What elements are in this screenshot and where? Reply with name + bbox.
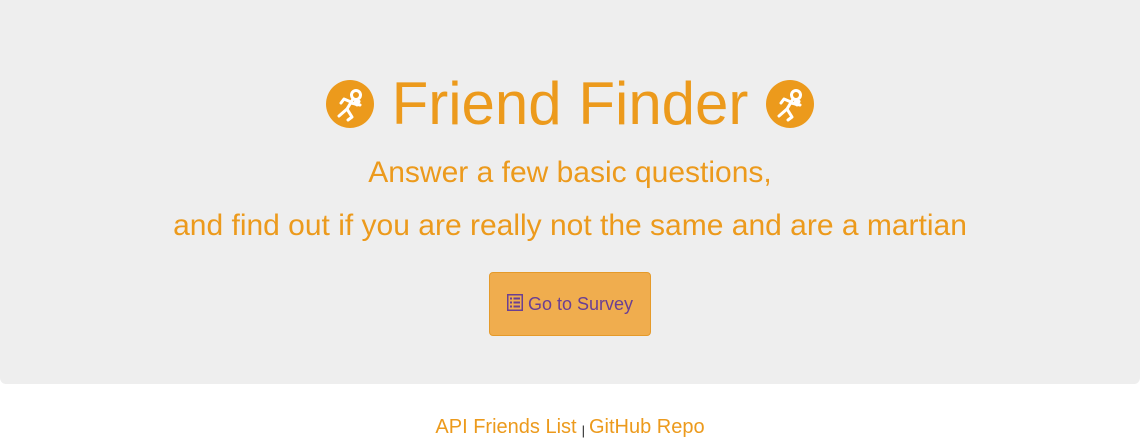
- title-row: Friend Finder: [0, 66, 1140, 142]
- github-repo-link[interactable]: GitHub Repo: [589, 416, 705, 438]
- go-to-survey-label: Go to Survey: [527, 293, 634, 314]
- footer-separator: |: [581, 423, 585, 438]
- go-to-survey-button[interactable]: Go to Survey: [489, 272, 651, 336]
- page-title: Friend Finder: [391, 70, 749, 137]
- subtitle-line-2: and find out if you are really not the s…: [173, 209, 967, 242]
- list-alt-icon: [506, 293, 523, 311]
- subtitle-line-1: Answer a few basic questions,: [368, 156, 772, 189]
- api-friends-list-link[interactable]: API Friends List: [435, 416, 576, 438]
- jumbotron: Friend Finder Answer a few basic questio…: [0, 0, 1140, 384]
- astronaut-icon: [325, 80, 374, 128]
- astronaut-icon: [766, 80, 815, 128]
